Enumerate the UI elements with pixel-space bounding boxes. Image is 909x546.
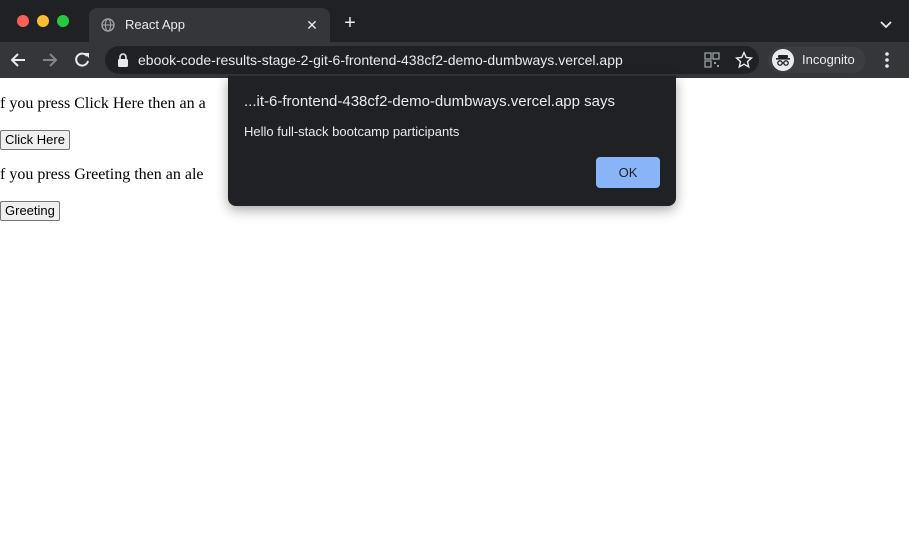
alert-dialog: ...it-6-frontend-438cf2-demo-dumbways.ve… — [228, 76, 676, 206]
more-menu-icon[interactable] — [879, 50, 895, 70]
tab-title: React App — [125, 17, 185, 32]
incognito-label: Incognito — [802, 52, 855, 67]
tab-strip: React App ✕ + — [0, 0, 909, 42]
forward-arrow-icon[interactable] — [40, 50, 60, 70]
tab-react-app[interactable]: React App ✕ — [89, 8, 330, 42]
tab-close-icon[interactable]: ✕ — [303, 16, 321, 34]
browser-toolbar: ebook-code-results-stage-2-git-6-fronten… — [0, 42, 909, 78]
back-arrow-icon[interactable] — [8, 50, 28, 70]
greeting-description: f you press Greeting then an ale — [0, 166, 204, 183]
close-window-button[interactable] — [17, 15, 29, 27]
click-here-description: f you press Click Here then an a — [0, 95, 206, 112]
url-text[interactable]: ebook-code-results-stage-2-git-6-fronten… — [138, 52, 623, 68]
alert-dialog-title: ...it-6-frontend-438cf2-demo-dumbways.ve… — [244, 93, 616, 110]
browser-window: React App ✕ + ebook-code-results-stage-2… — [0, 0, 909, 546]
qr-code-icon[interactable] — [704, 52, 720, 68]
incognito-icon — [772, 49, 794, 71]
alert-dialog-message: Hello full-stack bootcamp participants — [244, 124, 460, 139]
zoom-window-button[interactable] — [57, 15, 69, 27]
click-here-button[interactable]: Click Here — [0, 130, 70, 150]
incognito-badge[interactable]: Incognito — [768, 47, 866, 73]
bookmark-star-icon[interactable] — [735, 51, 753, 69]
globe-icon — [101, 18, 115, 32]
greeting-button[interactable]: Greeting — [0, 201, 60, 221]
new-tab-icon[interactable]: + — [340, 13, 360, 33]
minimize-window-button[interactable] — [37, 15, 49, 27]
lock-icon[interactable] — [117, 53, 129, 67]
address-bar[interactable]: ebook-code-results-stage-2-git-6-fronten… — [105, 46, 759, 74]
reload-icon[interactable] — [72, 50, 92, 70]
ok-button[interactable]: OK — [596, 157, 660, 188]
chevron-down-icon[interactable] — [876, 14, 896, 34]
